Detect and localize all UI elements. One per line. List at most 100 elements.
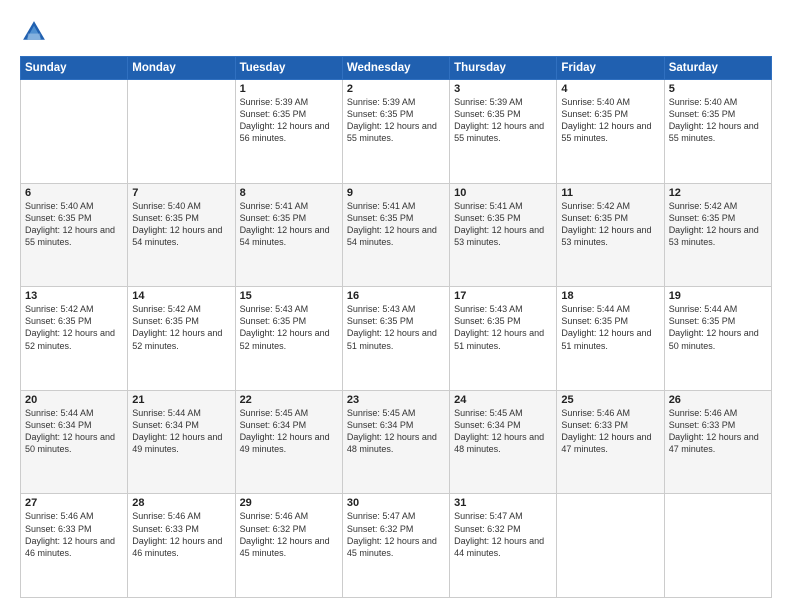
day-number: 11 bbox=[561, 187, 659, 199]
cell-info: Sunrise: 5:40 AMSunset: 6:35 PMDaylight:… bbox=[669, 96, 767, 145]
cell-info: Sunrise: 5:40 AMSunset: 6:35 PMDaylight:… bbox=[25, 200, 123, 249]
calendar-cell: 15Sunrise: 5:43 AMSunset: 6:35 PMDayligh… bbox=[235, 287, 342, 391]
cell-info: Sunrise: 5:46 AMSunset: 6:33 PMDaylight:… bbox=[561, 407, 659, 456]
calendar-cell: 1Sunrise: 5:39 AMSunset: 6:35 PMDaylight… bbox=[235, 80, 342, 184]
calendar-cell: 4Sunrise: 5:40 AMSunset: 6:35 PMDaylight… bbox=[557, 80, 664, 184]
calendar-cell: 5Sunrise: 5:40 AMSunset: 6:35 PMDaylight… bbox=[664, 80, 771, 184]
header bbox=[20, 18, 772, 46]
cell-info: Sunrise: 5:43 AMSunset: 6:35 PMDaylight:… bbox=[240, 303, 338, 352]
day-number: 6 bbox=[25, 187, 123, 199]
day-number: 7 bbox=[132, 187, 230, 199]
cell-info: Sunrise: 5:39 AMSunset: 6:35 PMDaylight:… bbox=[454, 96, 552, 145]
calendar-cell: 10Sunrise: 5:41 AMSunset: 6:35 PMDayligh… bbox=[450, 183, 557, 287]
weekday-header-tuesday: Tuesday bbox=[235, 57, 342, 80]
day-number: 20 bbox=[25, 394, 123, 406]
cell-info: Sunrise: 5:41 AMSunset: 6:35 PMDaylight:… bbox=[454, 200, 552, 249]
day-number: 14 bbox=[132, 290, 230, 302]
weekday-header-row: SundayMondayTuesdayWednesdayThursdayFrid… bbox=[21, 57, 772, 80]
day-number: 9 bbox=[347, 187, 445, 199]
day-number: 19 bbox=[669, 290, 767, 302]
day-number: 12 bbox=[669, 187, 767, 199]
calendar-cell: 11Sunrise: 5:42 AMSunset: 6:35 PMDayligh… bbox=[557, 183, 664, 287]
calendar-cell: 27Sunrise: 5:46 AMSunset: 6:33 PMDayligh… bbox=[21, 494, 128, 598]
cell-info: Sunrise: 5:40 AMSunset: 6:35 PMDaylight:… bbox=[561, 96, 659, 145]
calendar-cell: 29Sunrise: 5:46 AMSunset: 6:32 PMDayligh… bbox=[235, 494, 342, 598]
cell-info: Sunrise: 5:46 AMSunset: 6:33 PMDaylight:… bbox=[132, 510, 230, 559]
cell-info: Sunrise: 5:47 AMSunset: 6:32 PMDaylight:… bbox=[454, 510, 552, 559]
day-number: 2 bbox=[347, 83, 445, 95]
day-number: 23 bbox=[347, 394, 445, 406]
calendar-cell: 21Sunrise: 5:44 AMSunset: 6:34 PMDayligh… bbox=[128, 390, 235, 494]
logo bbox=[20, 18, 52, 46]
day-number: 10 bbox=[454, 187, 552, 199]
logo-icon bbox=[20, 18, 48, 46]
cell-info: Sunrise: 5:40 AMSunset: 6:35 PMDaylight:… bbox=[132, 200, 230, 249]
calendar-cell: 30Sunrise: 5:47 AMSunset: 6:32 PMDayligh… bbox=[342, 494, 449, 598]
calendar-cell: 12Sunrise: 5:42 AMSunset: 6:35 PMDayligh… bbox=[664, 183, 771, 287]
day-number: 30 bbox=[347, 497, 445, 509]
cell-info: Sunrise: 5:43 AMSunset: 6:35 PMDaylight:… bbox=[454, 303, 552, 352]
calendar-cell: 28Sunrise: 5:46 AMSunset: 6:33 PMDayligh… bbox=[128, 494, 235, 598]
cell-info: Sunrise: 5:45 AMSunset: 6:34 PMDaylight:… bbox=[240, 407, 338, 456]
cell-info: Sunrise: 5:42 AMSunset: 6:35 PMDaylight:… bbox=[561, 200, 659, 249]
cell-info: Sunrise: 5:44 AMSunset: 6:35 PMDaylight:… bbox=[561, 303, 659, 352]
week-row-5: 27Sunrise: 5:46 AMSunset: 6:33 PMDayligh… bbox=[21, 494, 772, 598]
cell-info: Sunrise: 5:42 AMSunset: 6:35 PMDaylight:… bbox=[25, 303, 123, 352]
cell-info: Sunrise: 5:42 AMSunset: 6:35 PMDaylight:… bbox=[669, 200, 767, 249]
calendar-cell: 18Sunrise: 5:44 AMSunset: 6:35 PMDayligh… bbox=[557, 287, 664, 391]
cell-info: Sunrise: 5:39 AMSunset: 6:35 PMDaylight:… bbox=[347, 96, 445, 145]
cell-info: Sunrise: 5:41 AMSunset: 6:35 PMDaylight:… bbox=[240, 200, 338, 249]
cell-info: Sunrise: 5:45 AMSunset: 6:34 PMDaylight:… bbox=[347, 407, 445, 456]
cell-info: Sunrise: 5:44 AMSunset: 6:34 PMDaylight:… bbox=[132, 407, 230, 456]
calendar-cell: 23Sunrise: 5:45 AMSunset: 6:34 PMDayligh… bbox=[342, 390, 449, 494]
calendar-cell: 24Sunrise: 5:45 AMSunset: 6:34 PMDayligh… bbox=[450, 390, 557, 494]
calendar-cell: 8Sunrise: 5:41 AMSunset: 6:35 PMDaylight… bbox=[235, 183, 342, 287]
calendar-table: SundayMondayTuesdayWednesdayThursdayFrid… bbox=[20, 56, 772, 598]
calendar-cell: 6Sunrise: 5:40 AMSunset: 6:35 PMDaylight… bbox=[21, 183, 128, 287]
day-number: 31 bbox=[454, 497, 552, 509]
day-number: 16 bbox=[347, 290, 445, 302]
day-number: 22 bbox=[240, 394, 338, 406]
calendar-cell: 3Sunrise: 5:39 AMSunset: 6:35 PMDaylight… bbox=[450, 80, 557, 184]
day-number: 25 bbox=[561, 394, 659, 406]
day-number: 29 bbox=[240, 497, 338, 509]
day-number: 24 bbox=[454, 394, 552, 406]
weekday-header-thursday: Thursday bbox=[450, 57, 557, 80]
weekday-header-saturday: Saturday bbox=[664, 57, 771, 80]
weekday-header-monday: Monday bbox=[128, 57, 235, 80]
calendar-cell: 9Sunrise: 5:41 AMSunset: 6:35 PMDaylight… bbox=[342, 183, 449, 287]
cell-info: Sunrise: 5:41 AMSunset: 6:35 PMDaylight:… bbox=[347, 200, 445, 249]
calendar-cell: 20Sunrise: 5:44 AMSunset: 6:34 PMDayligh… bbox=[21, 390, 128, 494]
cell-info: Sunrise: 5:46 AMSunset: 6:33 PMDaylight:… bbox=[25, 510, 123, 559]
calendar-cell: 26Sunrise: 5:46 AMSunset: 6:33 PMDayligh… bbox=[664, 390, 771, 494]
day-number: 1 bbox=[240, 83, 338, 95]
cell-info: Sunrise: 5:47 AMSunset: 6:32 PMDaylight:… bbox=[347, 510, 445, 559]
week-row-4: 20Sunrise: 5:44 AMSunset: 6:34 PMDayligh… bbox=[21, 390, 772, 494]
day-number: 21 bbox=[132, 394, 230, 406]
week-row-3: 13Sunrise: 5:42 AMSunset: 6:35 PMDayligh… bbox=[21, 287, 772, 391]
cell-info: Sunrise: 5:44 AMSunset: 6:34 PMDaylight:… bbox=[25, 407, 123, 456]
cell-info: Sunrise: 5:45 AMSunset: 6:34 PMDaylight:… bbox=[454, 407, 552, 456]
day-number: 3 bbox=[454, 83, 552, 95]
calendar-cell: 17Sunrise: 5:43 AMSunset: 6:35 PMDayligh… bbox=[450, 287, 557, 391]
calendar-cell: 31Sunrise: 5:47 AMSunset: 6:32 PMDayligh… bbox=[450, 494, 557, 598]
day-number: 27 bbox=[25, 497, 123, 509]
day-number: 5 bbox=[669, 83, 767, 95]
day-number: 26 bbox=[669, 394, 767, 406]
day-number: 13 bbox=[25, 290, 123, 302]
cell-info: Sunrise: 5:39 AMSunset: 6:35 PMDaylight:… bbox=[240, 96, 338, 145]
week-row-1: 1Sunrise: 5:39 AMSunset: 6:35 PMDaylight… bbox=[21, 80, 772, 184]
day-number: 28 bbox=[132, 497, 230, 509]
calendar-cell bbox=[664, 494, 771, 598]
calendar-cell: 19Sunrise: 5:44 AMSunset: 6:35 PMDayligh… bbox=[664, 287, 771, 391]
weekday-header-friday: Friday bbox=[557, 57, 664, 80]
day-number: 15 bbox=[240, 290, 338, 302]
page: SundayMondayTuesdayWednesdayThursdayFrid… bbox=[0, 0, 792, 612]
calendar-cell: 2Sunrise: 5:39 AMSunset: 6:35 PMDaylight… bbox=[342, 80, 449, 184]
calendar-cell: 16Sunrise: 5:43 AMSunset: 6:35 PMDayligh… bbox=[342, 287, 449, 391]
day-number: 18 bbox=[561, 290, 659, 302]
weekday-header-sunday: Sunday bbox=[21, 57, 128, 80]
day-number: 8 bbox=[240, 187, 338, 199]
cell-info: Sunrise: 5:46 AMSunset: 6:32 PMDaylight:… bbox=[240, 510, 338, 559]
cell-info: Sunrise: 5:46 AMSunset: 6:33 PMDaylight:… bbox=[669, 407, 767, 456]
